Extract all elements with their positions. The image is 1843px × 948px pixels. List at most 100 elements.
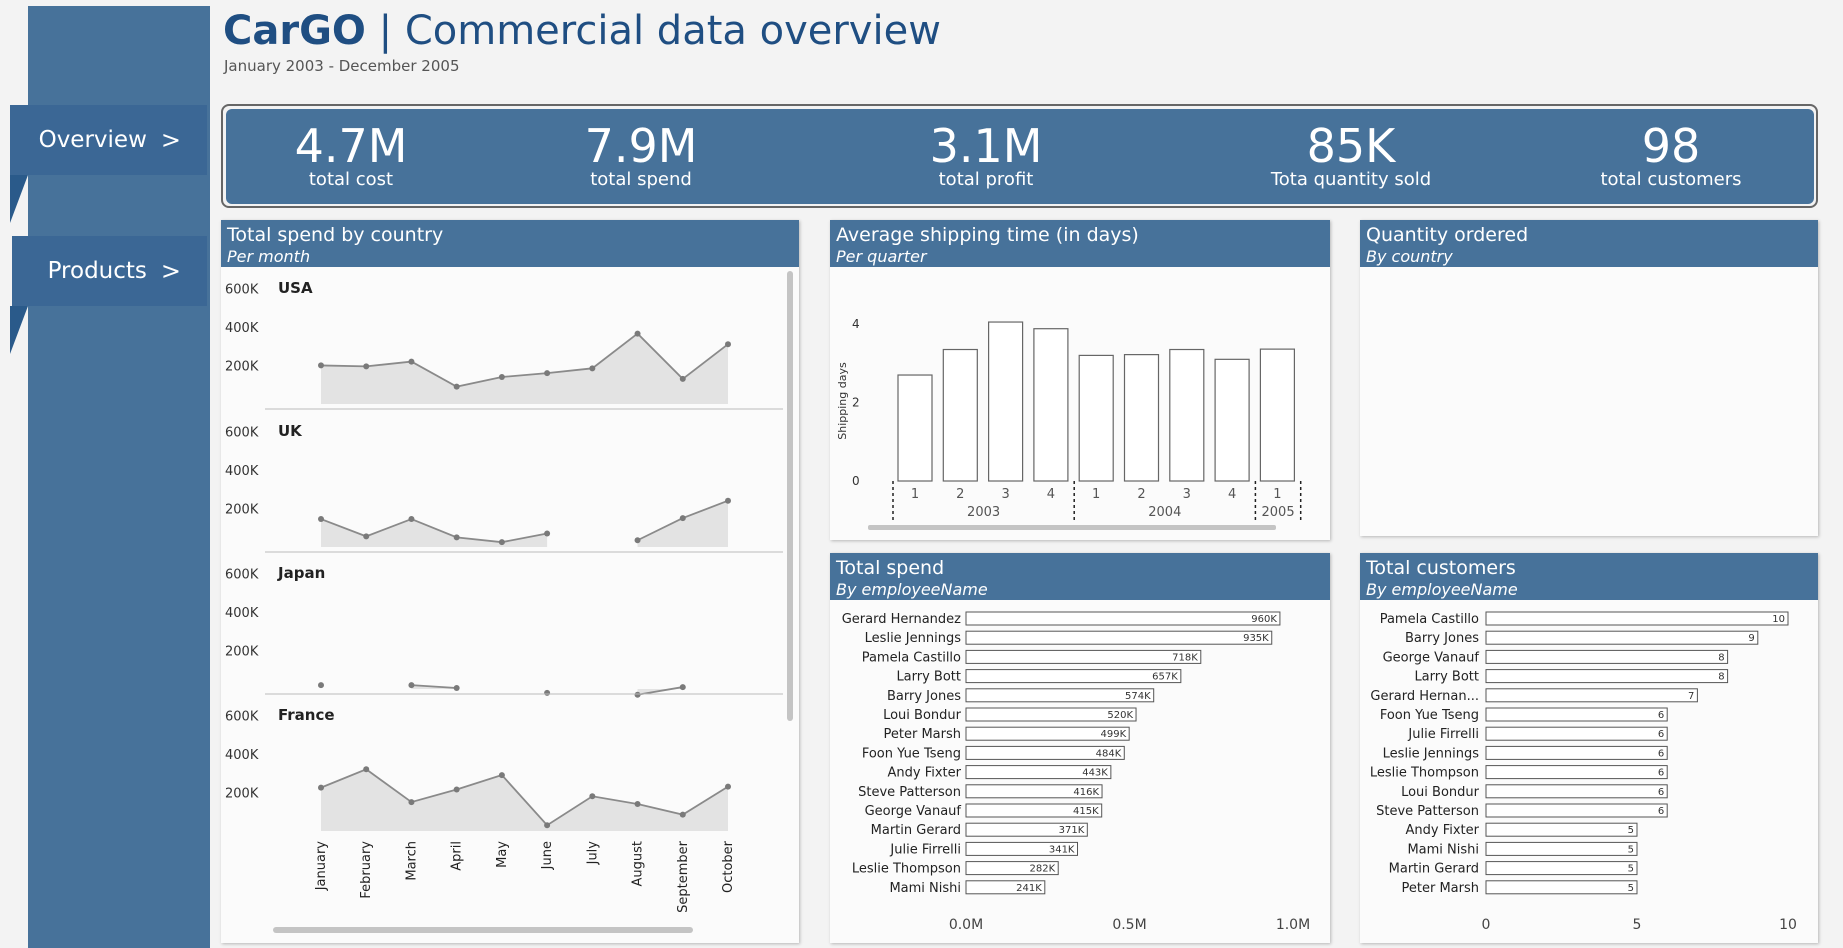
- data-label: 6: [1658, 806, 1664, 817]
- kpi-total-profit: 3.1M total profit: [881, 109, 1091, 190]
- nav-overview-button[interactable]: Overview >: [10, 105, 207, 175]
- data-point: [408, 682, 415, 689]
- kpi-label: total profit: [938, 169, 1034, 190]
- data-point: [318, 682, 324, 689]
- vertical-scrollbar: [787, 271, 793, 721]
- data-point: [453, 383, 460, 390]
- kpi-total-customers: 98 total customers: [1566, 109, 1776, 190]
- x-tick-label: March: [404, 841, 419, 881]
- y-tick-label: 400K: [225, 464, 259, 479]
- total-customers-chart: Pamela Castillo 10 Barry Jones 9 George Vana…: [1370, 611, 1797, 933]
- data-label: 416K: [1073, 787, 1099, 798]
- kpi-band: 4.7M total cost 7.9M total spend 3.1M to…: [226, 109, 1814, 204]
- total-customers-card: Total customers By employeeName Pamela C…: [1360, 553, 1818, 943]
- card-header: Total spend by country Per month: [221, 220, 799, 267]
- bar: [1485, 726, 1668, 741]
- data-point: [453, 534, 460, 541]
- data-label: 415K: [1073, 806, 1099, 817]
- data-point: [679, 515, 686, 522]
- card-subtitle: By employeeName: [1366, 580, 1518, 599]
- x-tick-label: 4: [1228, 487, 1236, 502]
- data-point: [725, 497, 731, 504]
- y-tick-label: 600K: [225, 567, 259, 582]
- quantity-ordered-card: Quantity ordered By country: [1360, 220, 1818, 536]
- year-label: 2004: [1148, 505, 1181, 520]
- category-label: Leslie Thompson: [852, 862, 961, 877]
- category-label: Loui Bondur: [883, 708, 962, 723]
- card-header: Total spend By employeeName: [830, 553, 1330, 600]
- y-tick-label: 600K: [225, 425, 259, 440]
- kpi-value: 4.7M: [294, 119, 408, 173]
- nav-products-button[interactable]: Products >: [12, 236, 207, 306]
- data-point: [634, 330, 641, 337]
- x-tick-label: 4: [1047, 487, 1055, 502]
- card-subtitle: By country: [1366, 247, 1453, 266]
- data-label: 5: [1628, 844, 1634, 855]
- data-label: 484K: [1096, 748, 1122, 759]
- data-label: 6: [1658, 748, 1664, 759]
- year-label: 2005: [1262, 505, 1295, 520]
- date-range: January 2003 - December 2005: [224, 57, 460, 75]
- shipping-time-chart: 4 2 0 Shipping days 1 2 3 4 1 2 3 4 1 2003 2004 2005: [836, 317, 1302, 530]
- x-tick-label: May: [495, 841, 510, 868]
- total-spend-chart: Gerard Hernandez 960K Leslie Jennings 935K P…: [842, 611, 1310, 933]
- bar: [1485, 841, 1638, 856]
- y-tick-label: 200K: [225, 502, 259, 517]
- data-point: [453, 685, 460, 692]
- bar: [1485, 880, 1638, 895]
- data-label: 5: [1628, 825, 1634, 836]
- data-label: 6: [1658, 710, 1664, 721]
- products-tab-marker: [10, 306, 28, 354]
- panel-title: USA: [278, 279, 313, 297]
- y-tick-label: 200K: [225, 786, 259, 801]
- data-label: 241K: [1016, 883, 1042, 894]
- data-point: [725, 341, 731, 348]
- year-label: 2003: [967, 505, 1000, 520]
- data-point: [679, 375, 686, 382]
- data-label: 718K: [1172, 652, 1198, 663]
- category-label: Martin Gerard: [1389, 862, 1479, 877]
- kpi-total-spend: 7.9M total spend: [536, 109, 746, 190]
- data-label: 935K: [1243, 633, 1269, 644]
- data-label: 5: [1628, 864, 1634, 875]
- spend-by-country-card: Total spend by country Per month USA 600K…: [221, 220, 799, 943]
- x-tick-label: January: [314, 841, 329, 892]
- data-point: [544, 370, 551, 377]
- title-separator: |: [378, 8, 393, 54]
- y-tick-label: 600K: [225, 709, 259, 724]
- x-tick-label: February: [359, 841, 374, 899]
- nav-overview-label: Overview: [38, 127, 147, 153]
- data-label: 6: [1658, 729, 1664, 740]
- category-label: Steve Patterson: [858, 785, 961, 800]
- category-label: Larry Bott: [896, 670, 961, 685]
- category-label: Mami Nishi: [889, 881, 961, 896]
- category-label: Loui Bondur: [1401, 785, 1480, 800]
- category-label: Martin Gerard: [871, 823, 961, 838]
- x-tick-label: 10: [1779, 917, 1797, 933]
- category-label: Foon Yue Tseng: [1380, 708, 1479, 723]
- card-header: Average shipping time (in days) Per quar…: [830, 220, 1330, 267]
- data-point: [634, 691, 641, 698]
- category-label: Andy Fixter: [888, 766, 962, 781]
- y-tick-label: 0: [852, 474, 860, 488]
- category-label: Julie Firrelli: [1407, 727, 1479, 742]
- data-point: [589, 365, 596, 372]
- kpi-label: total spend: [590, 169, 692, 190]
- chevron-right-icon: >: [160, 126, 181, 154]
- category-label: Larry Bott: [1414, 670, 1479, 685]
- y-tick-label: 400K: [225, 606, 259, 621]
- y-tick-label: 200K: [225, 359, 259, 374]
- data-label: 9: [1748, 633, 1754, 644]
- data-label: 371K: [1059, 825, 1085, 836]
- series-area: [637, 500, 728, 547]
- bar: [1485, 745, 1668, 760]
- data-label: 7: [1688, 691, 1694, 702]
- data-label: 520K: [1107, 710, 1133, 721]
- card-header: Total customers By employeeName: [1360, 553, 1818, 600]
- panel-title: Japan: [277, 564, 325, 582]
- bar: [1485, 669, 1729, 684]
- horizontal-scrollbar: [868, 525, 1276, 530]
- data-label: 341K: [1049, 844, 1075, 855]
- category-label: George Vanauf: [865, 804, 962, 819]
- data-label: 8: [1718, 652, 1724, 663]
